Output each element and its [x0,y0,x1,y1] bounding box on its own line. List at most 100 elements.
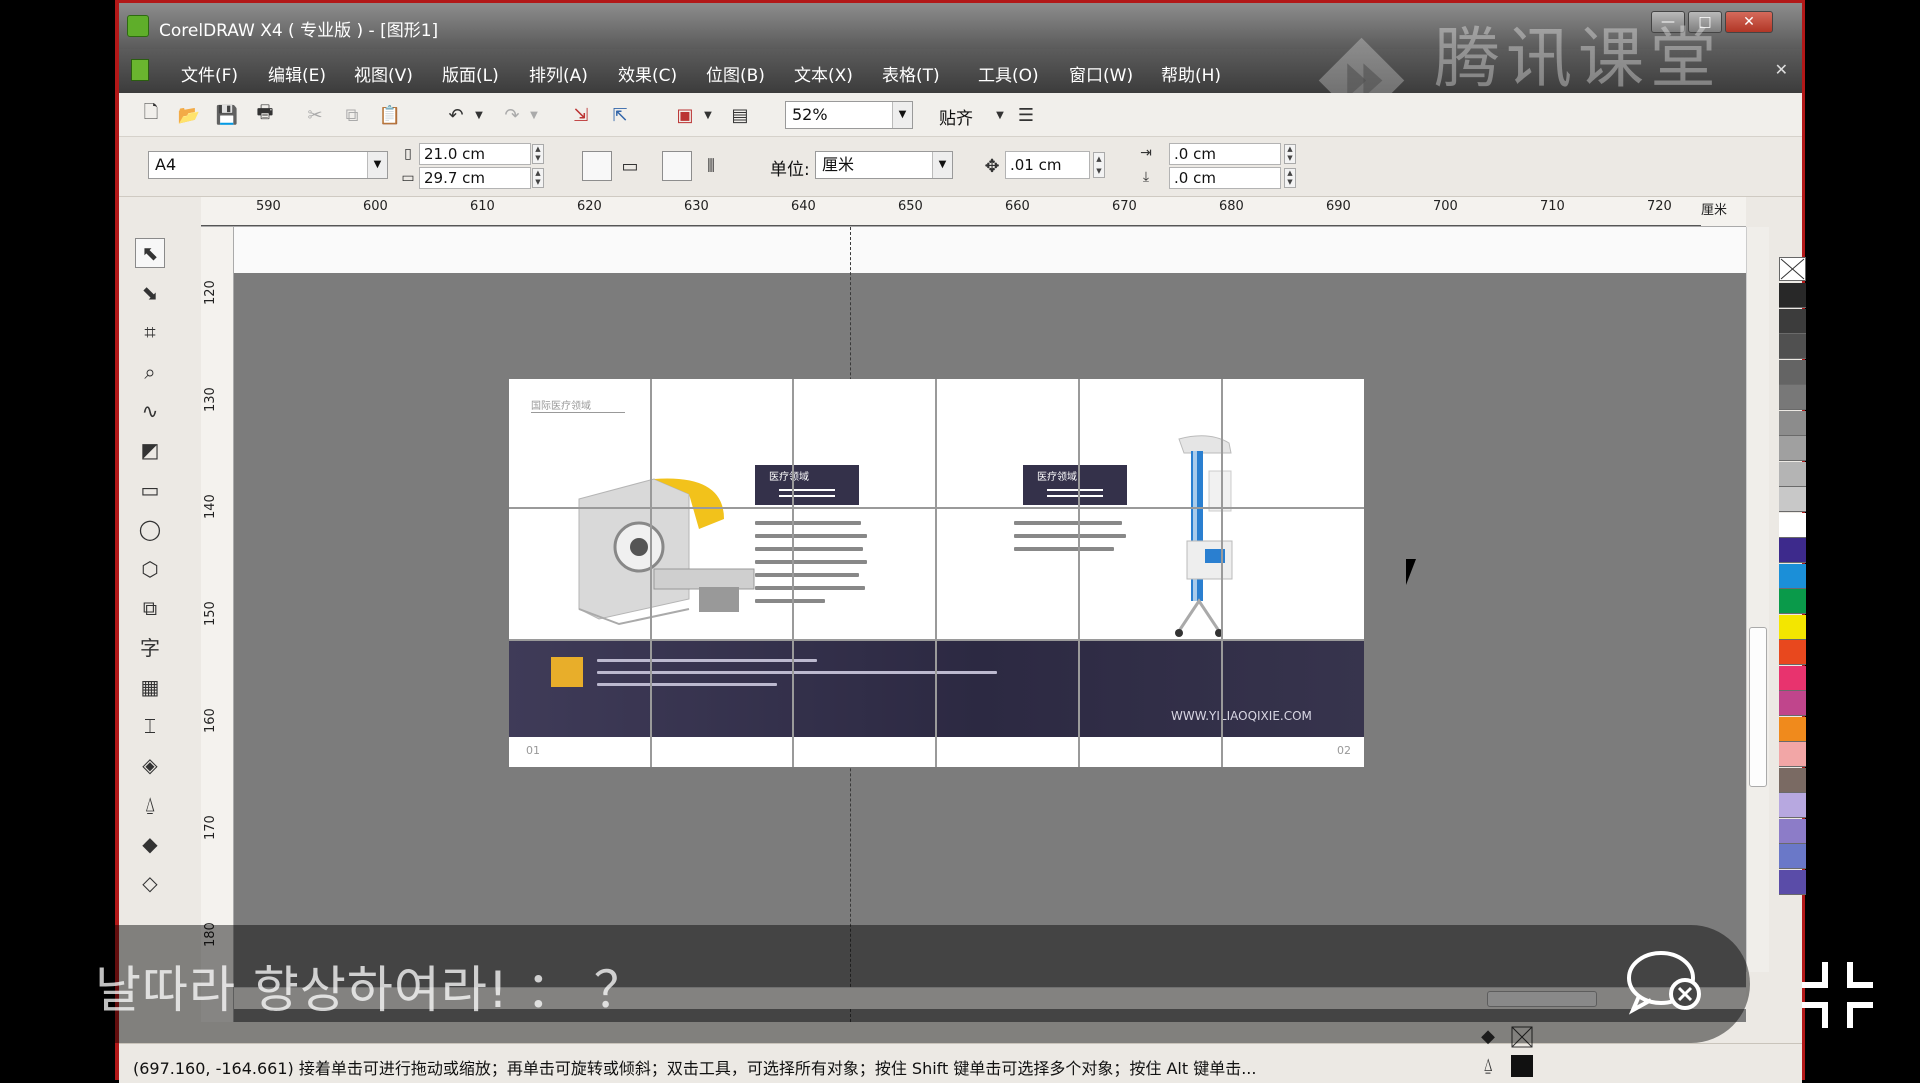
menu-table[interactable]: 表格(T) [882,61,940,86]
nudge-distance-field[interactable]: .01 cm [1005,151,1090,179]
color-swatch[interactable] [1779,385,1806,410]
vertical-scroll-thumb[interactable] [1749,627,1767,787]
save-icon[interactable]: 💾 [216,104,238,126]
eyedropper-tool-icon[interactable]: ⍙ [135,789,165,819]
nudge-distance-spinner[interactable]: ▲ ▼ [1093,152,1105,178]
color-swatch[interactable] [1779,563,1806,589]
import-icon[interactable]: ⇲ [570,104,592,126]
chat-bubble-close-icon[interactable] [1625,948,1705,1018]
print-icon[interactable]: 🖶 [254,102,276,126]
page-width-field[interactable]: 21.0 cm [419,143,531,165]
color-swatch[interactable] [1779,767,1806,793]
dimension-tool-icon[interactable]: ⌶ [135,711,165,741]
current-page-icon[interactable]: ⫴ [700,155,722,177]
redo-dropdown-icon[interactable]: ▼ [523,104,545,126]
page-height-spinner[interactable]: ▲ ▼ [532,168,544,188]
units-select[interactable]: 厘米 ▼ [815,151,953,179]
undo-icon[interactable]: ↶ [445,104,467,126]
color-swatch[interactable] [1779,334,1806,359]
page-height-field[interactable]: 29.7 cm [419,167,531,189]
brochure-spread[interactable]: 国际医疗领域 医疗领域 医疗领域 WWW.YILIAOQIXIE.COM 01 … [509,379,1364,767]
document-close-icon[interactable]: ✕ [1775,60,1788,79]
smart-fill-tool-icon[interactable]: ◩ [135,435,165,465]
color-swatch[interactable] [1779,283,1806,308]
vertical-ruler[interactable]: 120 130 140 150 160 170 180 [201,227,234,1022]
color-swatch[interactable] [1779,512,1806,538]
color-swatch[interactable] [1779,742,1806,767]
polygon-tool-icon[interactable]: ⬡ [135,554,165,584]
pick-tool-icon[interactable]: ⬉ [135,238,165,268]
new-document-icon[interactable]: 🗋 [140,102,162,126]
menu-tools[interactable]: 工具(O) [978,61,1039,86]
drawing-canvas[interactable]: 国际医疗领域 医疗领域 医疗领域 WWW.YILIAOQIXIE.COM 01 … [234,227,1746,1022]
export-icon[interactable]: ⇱ [609,104,631,126]
color-swatch[interactable] [1779,640,1806,665]
portrait-button[interactable] [582,151,612,181]
color-swatch[interactable] [1779,818,1806,844]
color-swatch[interactable] [1779,410,1806,436]
menu-file[interactable]: 文件(F) [181,61,238,86]
rectangle-tool-icon[interactable]: ▭ [135,475,165,505]
paper-size-dropdown-icon[interactable]: ▼ [367,152,387,178]
menu-text[interactable]: 文本(X) [794,61,853,86]
cut-icon[interactable]: ✂ [304,104,326,126]
color-swatch[interactable] [1779,538,1806,563]
duplicate-x-spinner[interactable]: ▲ ▼ [1284,144,1296,164]
duplicate-x-field[interactable]: .0 cm [1169,143,1281,165]
document-icon[interactable] [131,59,149,81]
shape-tool-icon[interactable]: ⬊ [135,278,165,308]
undo-dropdown-icon[interactable]: ▼ [468,104,490,126]
menu-help[interactable]: 帮助(H) [1161,61,1221,86]
landscape-icon[interactable]: ▭ [619,155,641,177]
menu-layout[interactable]: 版面(L) [442,61,499,86]
welcome-screen-icon[interactable]: ▤ [729,104,751,126]
color-palette[interactable] [1779,257,1806,947]
application-launcher-icon[interactable]: ▣ [674,104,696,126]
color-swatch[interactable] [1779,793,1806,818]
copy-icon[interactable]: ⧉ [341,104,363,126]
close-button[interactable]: ✕ [1725,11,1773,33]
color-swatch[interactable] [1779,308,1806,334]
paper-size-select[interactable]: A4 ▼ [148,151,388,179]
exit-fullscreen-icon[interactable] [1800,960,1875,1030]
menu-bitmaps[interactable]: 位图(B) [706,61,765,86]
color-swatch[interactable] [1779,869,1806,895]
menu-arrange[interactable]: 排列(A) [529,61,588,86]
horizontal-ruler[interactable]: 590 600 610 620 630 640 650 660 670 680 … [201,197,1746,227]
no-fill-swatch[interactable] [1779,257,1806,281]
duplicate-y-field[interactable]: .0 cm [1169,167,1281,189]
zoom-tool-icon[interactable]: ⌕ [135,357,165,387]
color-swatch[interactable] [1779,359,1806,385]
paste-icon[interactable]: 📋 [379,104,401,126]
interactive-mesh-tool-icon[interactable]: ◇ [135,868,165,898]
menu-window[interactable]: 窗口(W) [1069,61,1133,86]
fill-tool-icon[interactable]: ◆ [135,829,165,859]
vertical-scrollbar[interactable] [1746,227,1769,972]
all-pages-button[interactable] [662,151,692,181]
menu-effects[interactable]: 效果(C) [618,61,677,86]
color-swatch[interactable] [1779,614,1806,640]
crop-tool-icon[interactable]: ⌗ [135,317,165,347]
launcher-dropdown-icon[interactable]: ▼ [697,104,719,126]
page-width-spinner[interactable]: ▲ ▼ [532,144,544,164]
open-folder-icon[interactable]: 📂 [178,104,200,126]
color-swatch[interactable] [1779,665,1806,691]
menu-view[interactable]: 视图(V) [354,61,413,86]
ellipse-tool-icon[interactable]: ◯ [135,514,165,544]
table-tool-icon[interactable]: ▦ [135,672,165,702]
menu-edit[interactable]: 编辑(E) [268,61,326,86]
color-swatch[interactable] [1779,589,1806,614]
duplicate-y-spinner[interactable]: ▲ ▼ [1284,168,1296,188]
options-icon[interactable]: ☰ [1015,104,1037,126]
color-swatch[interactable] [1779,716,1806,742]
color-swatch[interactable] [1779,844,1806,869]
color-swatch[interactable] [1779,436,1806,461]
zoom-dropdown-icon[interactable]: ▼ [892,102,912,128]
redo-icon[interactable]: ↷ [501,104,523,126]
color-swatch[interactable] [1779,487,1806,512]
outline-status-swatch[interactable] [1511,1055,1533,1077]
zoom-level-select[interactable]: 52% ▼ [785,101,913,129]
freehand-tool-icon[interactable]: ∿ [135,396,165,426]
snap-to-button[interactable]: 贴齐 [939,104,973,129]
basic-shapes-tool-icon[interactable]: ⧉ [135,593,165,623]
